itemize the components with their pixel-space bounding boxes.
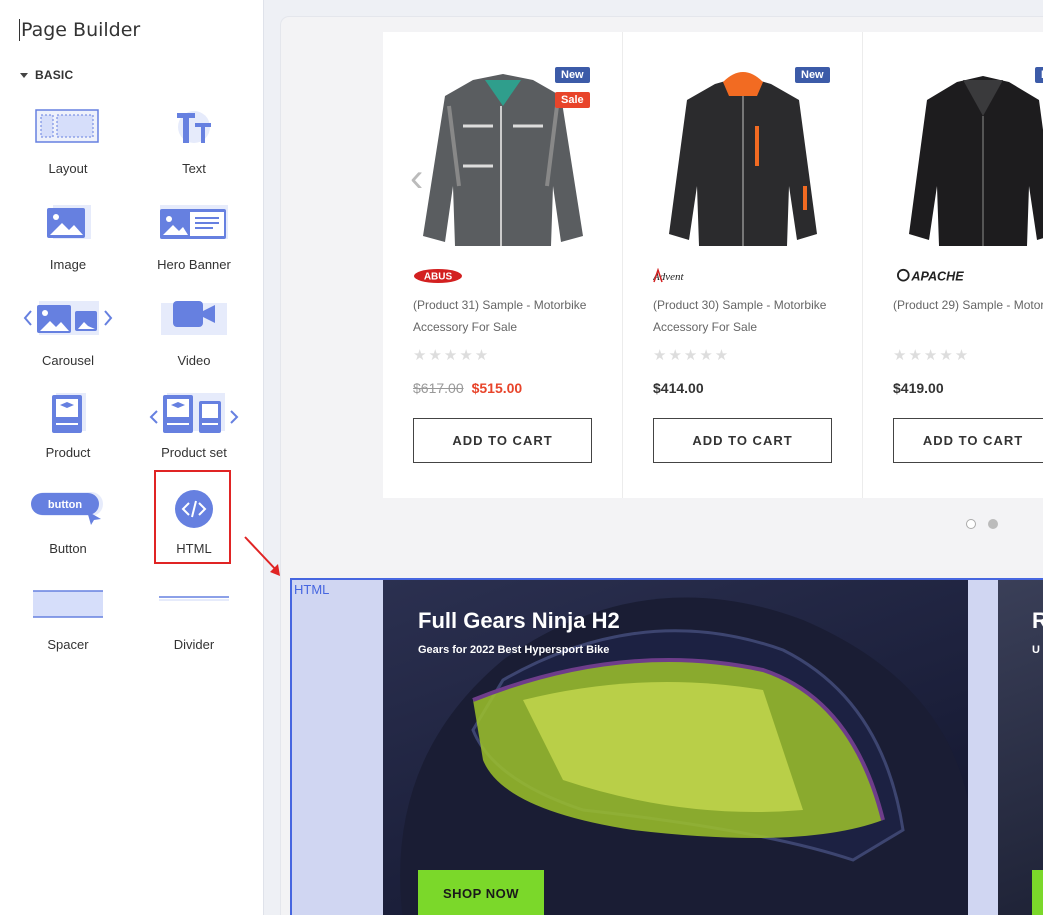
widget-label: Text xyxy=(182,161,206,176)
product-card[interactable]: New Sale ABUS (Product 31) Sample - Moto… xyxy=(383,32,623,498)
svg-text:ABUS: ABUS xyxy=(424,272,453,283)
layout-icon xyxy=(35,109,99,143)
widget-product-set[interactable]: Product set xyxy=(139,393,249,473)
brand-logo-apache: APACHE xyxy=(897,268,964,284)
widget-product[interactable]: Product xyxy=(13,393,123,473)
product-icon xyxy=(52,393,86,433)
banner-subtitle: Gears for 2022 Best Hypersport Bike xyxy=(418,644,610,656)
widget-divider[interactable]: Divider xyxy=(139,585,249,665)
button-icon: button xyxy=(31,492,103,525)
video-icon xyxy=(161,301,227,335)
sidebar: Page Builder BASIC Layout Text Image Her… xyxy=(0,0,264,915)
widget-label: Divider xyxy=(173,637,215,652)
product-set-icon xyxy=(149,393,239,433)
widget-text[interactable]: Text xyxy=(139,109,249,189)
add-to-cart-button[interactable]: ADD TO CART xyxy=(893,418,1043,463)
widget-image[interactable]: Image xyxy=(13,205,123,285)
section-label: BASIC xyxy=(35,68,74,82)
widget-label: Video xyxy=(177,353,211,368)
widget-button[interactable]: button Button xyxy=(13,489,123,569)
widget-label: Spacer xyxy=(47,637,89,652)
add-to-cart-button[interactable]: ADD TO CART xyxy=(653,418,832,463)
product-name[interactable]: (Product 29) Sample - Motorbike Accessor… xyxy=(893,294,1043,316)
widget-label: Product xyxy=(45,445,91,460)
widget-label: Product set xyxy=(161,445,227,460)
divider-icon xyxy=(159,596,229,601)
banner-title: Full Gears Ninja H2 xyxy=(418,608,620,633)
widget-layout[interactable]: Layout xyxy=(13,109,123,189)
product-card[interactable]: New Advent (Product 30) Sample - Motorbi… xyxy=(623,32,863,498)
html-block-tag: HTML xyxy=(294,582,330,597)
widget-label: Carousel xyxy=(41,353,95,368)
product-card[interactable]: New APACHE (Product 29) Sample - Motorbi… xyxy=(863,32,1043,498)
button-icon-text: button xyxy=(48,499,82,511)
carousel-icon xyxy=(23,301,113,335)
new-badge: New xyxy=(1035,67,1043,83)
product-name[interactable]: (Product 30) Sample - Motorbike Accessor… xyxy=(653,294,843,338)
brand-logo-abus: ABUS xyxy=(414,269,462,283)
carousel-dot[interactable] xyxy=(966,519,976,529)
widget-label: Image xyxy=(49,257,87,272)
new-badge: New xyxy=(555,67,590,83)
widget-label: Button xyxy=(49,541,87,556)
widget-hero-banner[interactable]: Hero Banner xyxy=(139,205,249,285)
add-to-cart-button[interactable]: ADD TO CART xyxy=(413,418,592,463)
text-icon xyxy=(177,111,211,143)
banner-subtitle: U xyxy=(1032,644,1040,656)
price: $419.00 xyxy=(893,380,944,396)
hero-banner-icon xyxy=(160,205,228,239)
widget-carousel[interactable]: Carousel xyxy=(13,301,123,381)
shop-now-button[interactable]: SHOP NOW xyxy=(418,870,544,915)
carousel-prev-icon[interactable]: ‹ xyxy=(410,148,444,208)
spacer-icon xyxy=(33,590,103,618)
hero-banner[interactable]: Full Gears Ninja H2 Gears for 2022 Best … xyxy=(383,580,968,915)
section-basic-toggle[interactable]: BASIC xyxy=(20,68,73,82)
rating-stars: ★★★★★ xyxy=(653,347,731,364)
jacket-image xyxy=(669,72,817,246)
html-widget-highlight xyxy=(154,470,231,564)
image-icon xyxy=(47,205,91,239)
svg-text:APACHE: APACHE xyxy=(910,270,964,284)
caret-down-icon xyxy=(20,72,28,78)
old-price: $617.00 xyxy=(413,380,464,396)
hero-banner-secondary[interactable]: R U xyxy=(998,580,1043,915)
carousel-dot-active[interactable] xyxy=(988,519,998,529)
brand-logo-advent: Advent xyxy=(653,268,684,283)
widget-spacer[interactable]: Spacer xyxy=(13,585,123,665)
widget-label: Hero Banner xyxy=(157,257,231,272)
banner-title: R xyxy=(1032,608,1043,633)
jacket-image xyxy=(909,76,1043,246)
product-name[interactable]: (Product 31) Sample - Motorbike Accessor… xyxy=(413,294,603,338)
sale-price: $515.00 xyxy=(471,380,523,396)
page-builder-title: Page Builder xyxy=(19,19,141,41)
widget-video[interactable]: Video xyxy=(139,301,249,381)
widget-label: Layout xyxy=(48,161,88,176)
sale-badge: Sale xyxy=(555,92,590,108)
rating-stars: ★★★★★ xyxy=(413,347,491,364)
shop-now-button[interactable] xyxy=(1032,870,1043,915)
rating-stars: ★★★★★ xyxy=(893,347,971,364)
price: $617.00 $515.00 xyxy=(413,380,522,396)
price: $414.00 xyxy=(653,380,704,396)
new-badge: New xyxy=(795,67,830,83)
carousel-dots xyxy=(966,519,998,529)
